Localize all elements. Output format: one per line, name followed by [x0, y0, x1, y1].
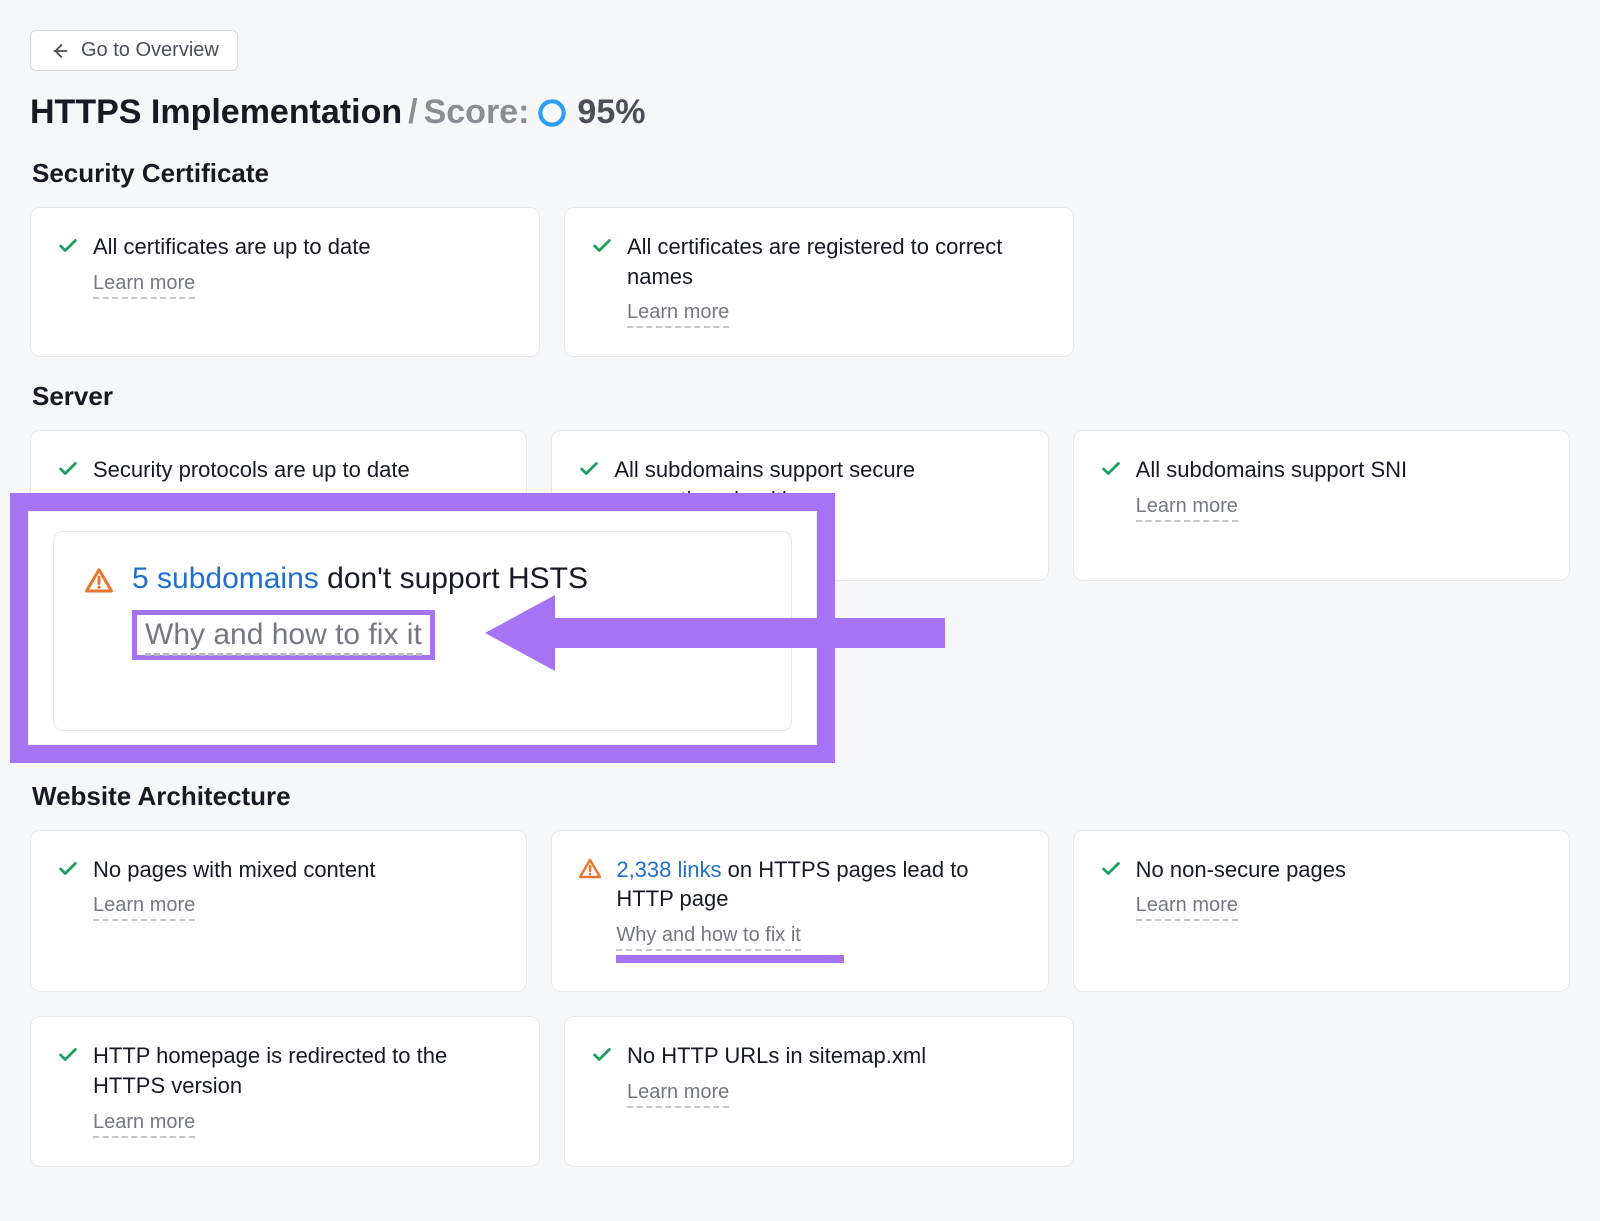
section-heading-server: Server — [32, 381, 1570, 412]
arrow-left-icon — [49, 40, 71, 62]
score-value: 95% — [577, 93, 645, 132]
card-text: No non-secure pages — [1136, 855, 1346, 885]
check-icon — [57, 235, 79, 257]
callout-fix-link[interactable]: Why and how to fix it — [145, 618, 422, 656]
annotation-highlight-box: Why and how to fix it — [132, 610, 435, 660]
learn-more-link[interactable]: Learn more — [1136, 894, 1238, 921]
callout-count-link[interactable]: 5 subdomains — [132, 562, 319, 595]
architecture-row-1: No pages with mixed content Learn more 2… — [30, 830, 1570, 992]
why-fix-link[interactable]: Why and how to fix it — [616, 924, 801, 951]
learn-more-link[interactable]: Learn more — [627, 301, 729, 328]
security-certificate-row: All certificates are up to date Learn mo… — [30, 207, 1570, 357]
score-ring-icon — [537, 98, 567, 128]
card-text: No pages with mixed content — [93, 855, 376, 885]
title-slash: / — [408, 93, 417, 132]
check-icon — [57, 858, 79, 880]
check-icon — [1100, 858, 1122, 880]
warning-icon — [84, 566, 114, 596]
back-button-label: Go to Overview — [81, 39, 219, 62]
card-text: Security protocols are up to date — [93, 455, 410, 485]
card-sitemap-urls: No HTTP URLs in sitemap.xml Learn more — [564, 1016, 1074, 1166]
card-text: All certificates are up to date — [93, 232, 371, 262]
card-text: 2,338 links on HTTPS pages lead to HTTP … — [616, 855, 1021, 914]
architecture-row-2: HTTP homepage is redirected to the HTTPS… — [30, 1016, 1570, 1166]
check-icon — [591, 1044, 613, 1066]
check-icon — [1100, 458, 1122, 480]
card-http-redirect: HTTP homepage is redirected to the HTTPS… — [30, 1016, 540, 1166]
card-nonsecure-pages: No non-secure pages Learn more — [1073, 830, 1570, 992]
annotation-arrow-icon — [485, 593, 945, 673]
learn-more-link[interactable]: Learn more — [93, 894, 195, 921]
section-heading-security-certificate: Security Certificate — [32, 158, 1570, 189]
callout-text: 5 subdomains don't support HSTS — [132, 562, 588, 596]
page-title: HTTPS Implementation / Score: 95% — [30, 93, 1570, 132]
score-label: Score: — [424, 93, 530, 132]
card-text: All subdomains support SNI — [1136, 455, 1407, 485]
card-cert-uptodate: All certificates are up to date Learn mo… — [30, 207, 540, 357]
check-icon — [578, 458, 600, 480]
check-icon — [591, 235, 613, 257]
card-http-links: 2,338 links on HTTPS pages lead to HTTP … — [551, 830, 1048, 992]
card-text: No HTTP URLs in sitemap.xml — [627, 1041, 926, 1071]
learn-more-link[interactable]: Learn more — [93, 272, 195, 299]
card-cert-names: All certificates are registered to corre… — [564, 207, 1074, 357]
learn-more-link[interactable]: Learn more — [627, 1081, 729, 1108]
section-heading-architecture: Website Architecture — [32, 781, 1570, 812]
back-to-overview-button[interactable]: Go to Overview — [30, 30, 238, 71]
check-icon — [57, 1044, 79, 1066]
card-text: HTTP homepage is redirected to the HTTPS… — [93, 1041, 513, 1100]
check-icon — [57, 458, 79, 480]
card-sni: All subdomains support SNI Learn more — [1073, 430, 1570, 580]
learn-more-link[interactable]: Learn more — [1136, 495, 1238, 522]
title-main: HTTPS Implementation — [30, 93, 402, 132]
card-mixed-content: No pages with mixed content Learn more — [30, 830, 527, 992]
card-text: All certificates are registered to corre… — [627, 232, 1047, 291]
annotation-underline — [616, 955, 844, 963]
callout-rest: don't support HSTS — [319, 562, 588, 595]
warning-icon — [578, 857, 602, 881]
issue-count-link[interactable]: 2,338 links — [616, 857, 721, 882]
learn-more-link[interactable]: Learn more — [93, 1111, 195, 1138]
